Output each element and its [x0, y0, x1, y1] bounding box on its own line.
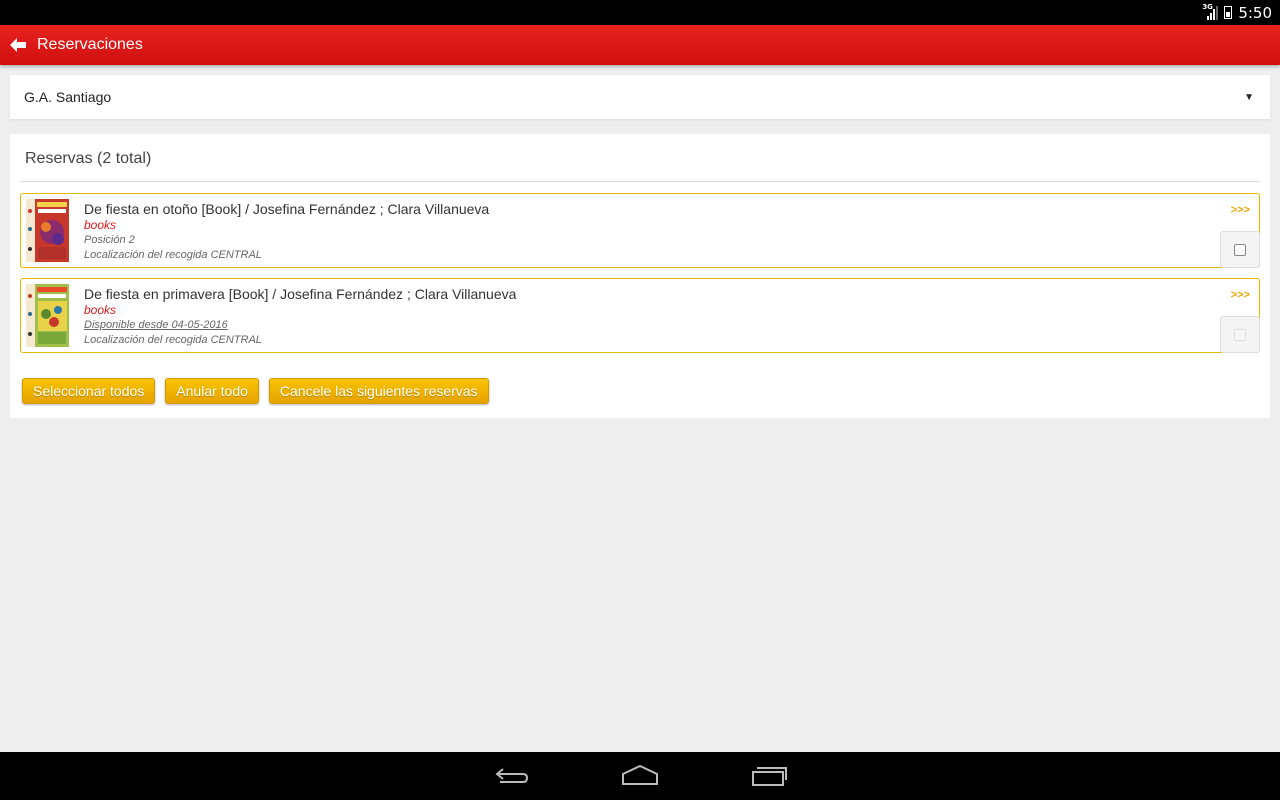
status-time: 5:50	[1238, 3, 1272, 22]
select-all-button[interactable]: Seleccionar todos	[22, 378, 156, 404]
network-type-label: 3G	[1202, 2, 1213, 11]
checkbox-icon	[1234, 328, 1246, 341]
action-buttons: Seleccionar todos Anular todo Cancele la…	[22, 378, 489, 404]
book-cover-image	[26, 199, 69, 262]
cancel-reservations-button[interactable]: Cancele las siguientes reservas	[268, 378, 489, 404]
battery-icon	[1224, 6, 1233, 19]
reservation-checkbox[interactable]	[1220, 231, 1260, 268]
recent-apps-icon[interactable]	[748, 764, 788, 788]
reservation-status: Posición 2	[84, 234, 135, 246]
page-title: Reservaciones	[37, 36, 143, 53]
arrow-left-icon[interactable]	[9, 35, 29, 55]
location-dropdown[interactable]: G.A. Santiago ▼	[10, 75, 1270, 119]
clear-all-button[interactable]: Anular todo	[165, 378, 259, 404]
reservations-panel: Reservas (2 total) De fiesta en otoño [B…	[10, 134, 1270, 418]
book-cover-image	[26, 284, 69, 347]
reservation-pickup-location: Localización del recogida CENTRAL	[84, 334, 262, 346]
reservation-title[interactable]: De fiesta en otoño [Book] / Josefina Fer…	[84, 201, 489, 217]
reservation-type: books	[84, 218, 117, 232]
reservation-checkbox	[1220, 316, 1260, 353]
reservation-item[interactable]: De fiesta en primavera [Book] / Josefina…	[20, 278, 1260, 353]
signal-icon: 3G	[1202, 2, 1219, 21]
status-bar: 3G 5:50	[0, 0, 1280, 25]
reservation-item[interactable]: De fiesta en otoño [Book] / Josefina Fer…	[20, 193, 1260, 268]
checkbox-icon	[1234, 243, 1246, 256]
system-nav-bar	[0, 752, 1280, 800]
reservation-title[interactable]: De fiesta en primavera [Book] / Josefina…	[84, 286, 516, 302]
more-details-link[interactable]: >>>	[1231, 289, 1250, 301]
divider	[20, 181, 1260, 182]
caret-down-icon: ▼	[1244, 91, 1254, 103]
home-icon[interactable]	[620, 764, 660, 788]
location-dropdown-value: G.A. Santiago	[24, 89, 112, 105]
app-bar: Reservaciones	[0, 25, 1280, 65]
more-details-link[interactable]: >>>	[1231, 204, 1250, 216]
reservation-status: Disponible desde 04-05-2016	[84, 319, 228, 331]
reservations-title: Reservas (2 total)	[25, 150, 152, 167]
reservation-pickup-location: Localización del recogida CENTRAL	[84, 249, 262, 261]
reservation-type: books	[84, 303, 117, 317]
back-icon[interactable]	[492, 764, 532, 788]
